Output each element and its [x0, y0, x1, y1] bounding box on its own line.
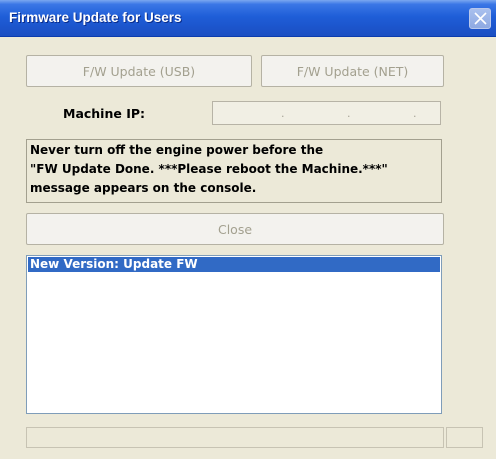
warning-line-3: message appears on the console.: [30, 181, 257, 195]
status-bar: [26, 427, 444, 448]
ip-separator: .: [281, 107, 285, 120]
machine-ip-input[interactable]: . . .: [212, 101, 441, 125]
list-item-selected[interactable]: New Version: Update FW: [28, 257, 440, 272]
close-button[interactable]: Close: [26, 213, 444, 245]
title-bar[interactable]: Firmware Update for Users: [0, 0, 496, 37]
machine-ip-label: Machine IP:: [63, 106, 146, 121]
ip-separator: .: [413, 107, 417, 120]
ip-separator: .: [347, 107, 351, 120]
warning-line-2: "FW Update Done. ***Please reboot the Ma…: [30, 162, 388, 176]
fw-update-net-button[interactable]: F/W Update (NET): [261, 55, 444, 87]
window-title: Firmware Update for Users: [9, 10, 182, 25]
fw-update-usb-button[interactable]: F/W Update (USB): [26, 55, 252, 87]
version-listbox[interactable]: New Version: Update FW: [26, 255, 442, 414]
close-icon: [474, 12, 487, 25]
window-close-button[interactable]: [469, 8, 491, 29]
firmware-update-window: Firmware Update for Users F/W Update (US…: [0, 0, 496, 459]
status-bar-panel: [446, 427, 483, 448]
warning-line-1: Never turn off the engine power before t…: [30, 143, 324, 157]
warning-message-box: Never turn off the engine power before t…: [26, 139, 442, 203]
